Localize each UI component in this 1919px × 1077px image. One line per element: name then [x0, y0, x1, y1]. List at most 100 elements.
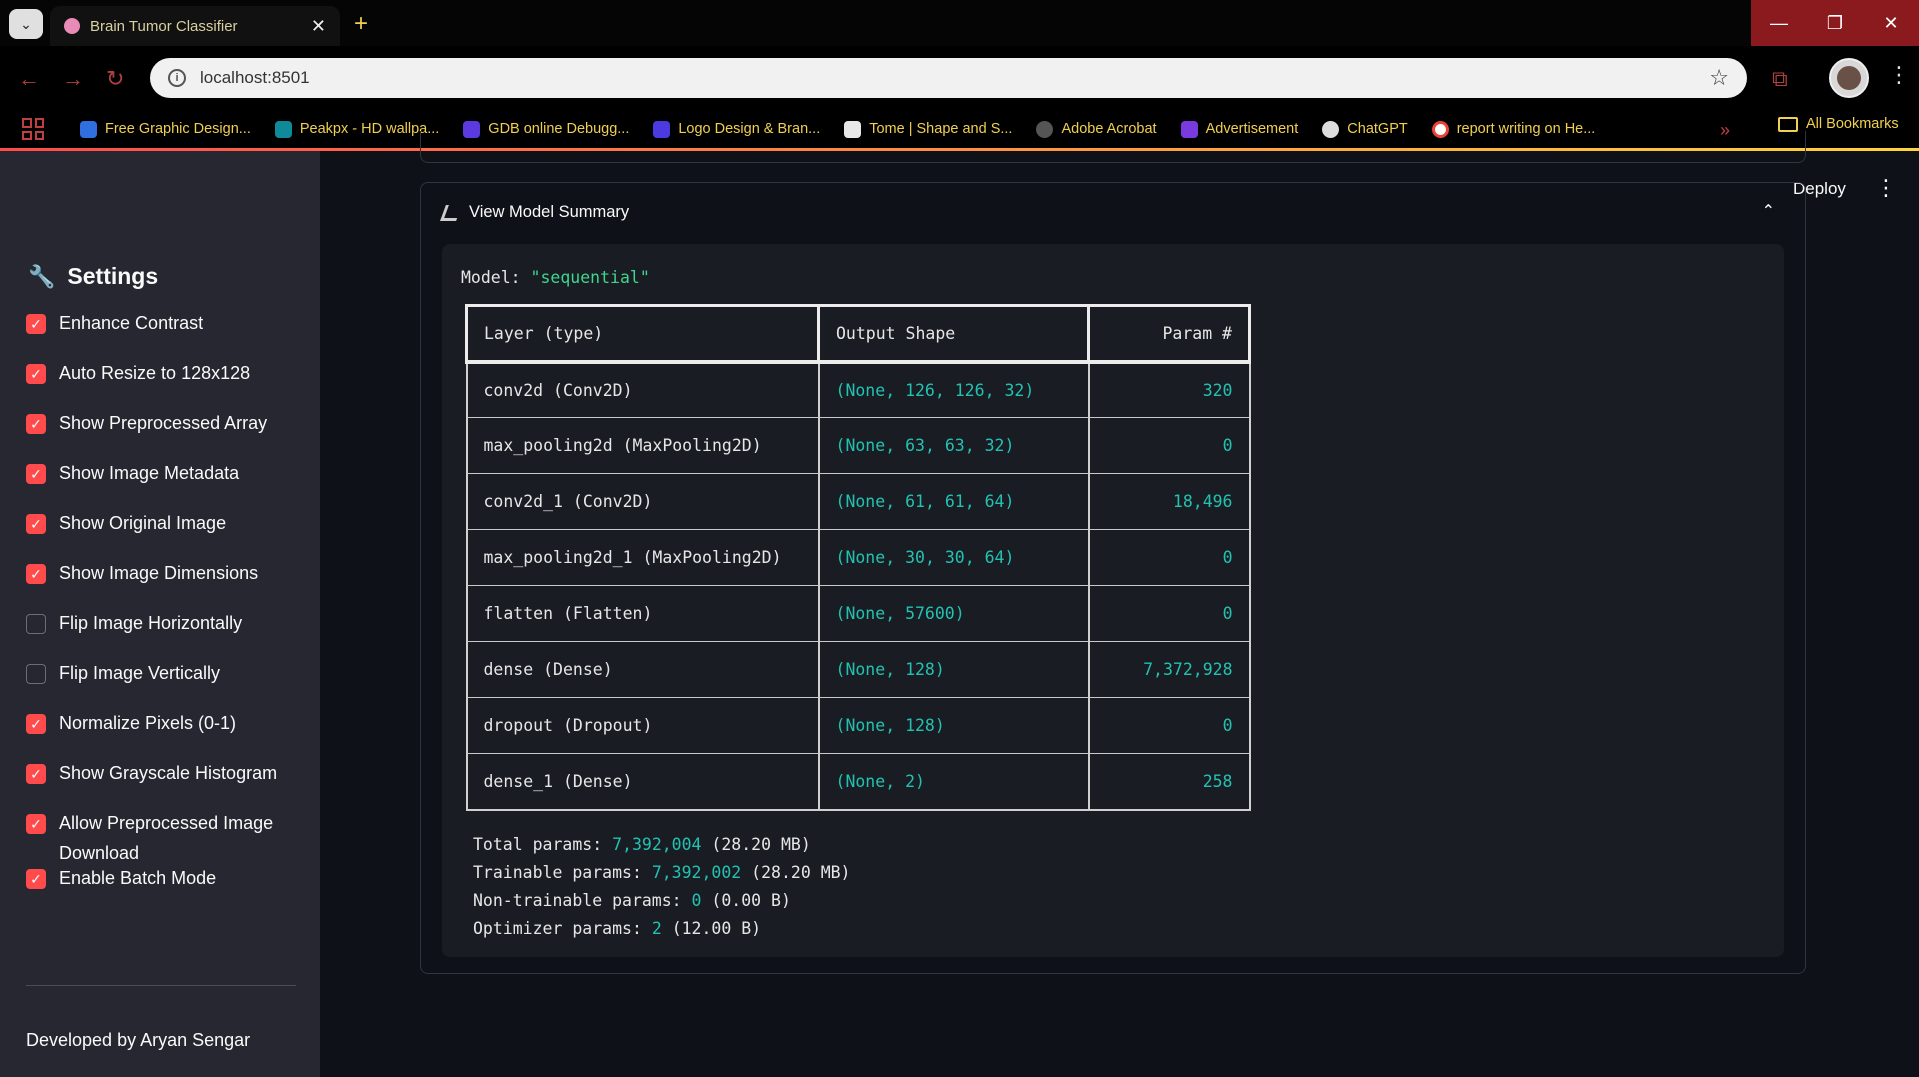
shape-dim: 61 [905, 492, 925, 511]
bookmark-item[interactable]: Free Graphic Design... [80, 120, 251, 138]
checkbox-label: Auto Resize to 128x128 [59, 363, 251, 383]
checkbox-option[interactable]: ✓ Normalize Pixels (0-1) [26, 713, 296, 763]
close-window-button[interactable]: ✕ [1863, 0, 1919, 46]
checkbox-option[interactable]: ✓ Show Grayscale Histogram [26, 763, 296, 813]
all-bookmarks-button[interactable]: All Bookmarks [1778, 116, 1899, 132]
table-body: conv2d (Conv2D) (None, 126, 126, 32) 320 ma… [465, 361, 1251, 811]
apps-grid-icon[interactable] [22, 118, 44, 140]
checkbox-checked-icon[interactable]: ✓ [26, 564, 46, 584]
close-tab-icon[interactable]: ✕ [311, 16, 326, 37]
output-shape-cell: (None, 30, 30, 64) [817, 529, 1090, 586]
profile-avatar[interactable] [1829, 58, 1869, 98]
checkbox-option[interactable]: ✓ Show Image Dimensions [26, 563, 296, 613]
reload-button[interactable]: ↻ [106, 66, 124, 92]
shape-dim: None [845, 492, 886, 511]
back-button[interactable]: ← [18, 66, 40, 92]
tab-active[interactable]: Brain Tumor Classifier ✕ [50, 6, 340, 46]
checkbox-label: Show Original Image [59, 513, 227, 533]
params-total-line: Non-trainable params: 0 (0.00 B) [473, 887, 851, 915]
checkbox-label: Allow Preprocessed Image Download [59, 813, 274, 863]
checkbox-checked-icon[interactable]: ✓ [26, 314, 46, 334]
shape-dim: 61 [944, 492, 965, 511]
checkbox-checked-icon[interactable]: ✓ [26, 514, 46, 534]
layer-name: dropout [483, 716, 554, 735]
checkbox-label: Show Grayscale Histogram [59, 763, 278, 783]
browser-chrome: ⌄ Brain Tumor Classifier ✕ + — ❐ ✕ ← → ↻… [0, 0, 1919, 151]
shape-dim: None [845, 771, 886, 791]
bookmark-item[interactable]: Peakpx - HD wallpa... [274, 120, 439, 138]
settings-options: ✓ Enhance Contrast ✓ Auto Resize to 128x128… [26, 313, 296, 918]
total-label: Non-trainable params: [473, 891, 692, 910]
shape-dim: 30 [905, 548, 925, 567]
extensions-icon[interactable]: ⧉ [1772, 66, 1788, 92]
checkbox-checked-icon[interactable]: ✓ [26, 364, 46, 384]
site-info-icon[interactable]: i [168, 69, 186, 87]
expander-header[interactable]: View Model Summary [440, 203, 629, 222]
checkbox-option[interactable]: ✓ Enhance Contrast [26, 313, 296, 363]
checkbox-option[interactable]: ✓ Show Original Image [26, 513, 296, 563]
param-count-cell: 0 [1087, 417, 1251, 474]
model-summary-code: Model: "sequential" Layer (type) Output … [442, 244, 1784, 957]
checkbox-label: Show Preprocessed Array [59, 413, 268, 433]
checkbox-label: Flip Image Vertically [59, 663, 221, 683]
model-summary-expander: View Model Summary ⌃ Model: "sequential"… [420, 182, 1806, 974]
checkbox-unchecked-icon[interactable] [26, 614, 46, 634]
checkbox-option[interactable]: ✓ Auto Resize to 128x128 [26, 363, 296, 413]
output-shape-cell: (None, 2) [817, 753, 1090, 811]
ruler-icon [440, 204, 462, 221]
shape-dim: 126 [905, 380, 935, 400]
total-label: Total params: [473, 835, 613, 854]
checkbox-checked-icon[interactable]: ✓ [26, 414, 46, 434]
checkbox-unchecked-icon[interactable] [26, 664, 46, 684]
checkbox-option[interactable]: ✓ Show Image Metadata [26, 463, 296, 513]
layer-type: (Conv2D) [572, 492, 653, 511]
shape-dim: 63 [944, 436, 965, 455]
checkbox-option[interactable]: ✓ Show Preprocessed Array [26, 413, 296, 463]
checkbox-checked-icon[interactable]: ✓ [26, 869, 46, 889]
restore-button[interactable]: ❐ [1807, 0, 1863, 46]
layer-name: conv2d_1 [483, 492, 563, 511]
model-name-line: Model: "sequential" [461, 268, 650, 287]
checkbox-checked-icon[interactable]: ✓ [26, 714, 46, 734]
address-bar[interactable]: i localhost:8501 ☆ [150, 58, 1747, 98]
layer-name: dense [483, 660, 534, 679]
shape-dim: None [845, 660, 886, 679]
checkbox-option[interactable]: Flip Image Horizontally [26, 613, 296, 663]
new-tab-button[interactable]: + [354, 10, 368, 38]
minimize-button[interactable]: — [1751, 0, 1807, 46]
checkbox-option[interactable]: ✓ Allow Preprocessed Image Download [26, 813, 296, 868]
checkbox-checked-icon[interactable]: ✓ [26, 814, 46, 834]
checkbox-checked-icon[interactable]: ✓ [26, 764, 46, 784]
forward-button[interactable]: → [62, 66, 84, 92]
shape-dim: 57600 [905, 604, 955, 623]
shape-dim: 30 [944, 548, 965, 567]
bookmark-star-icon[interactable]: ☆ [1709, 65, 1729, 91]
checkbox-option[interactable]: ✓ Enable Batch Mode [26, 868, 296, 918]
param-count-cell: 0 [1087, 697, 1251, 754]
table-row: conv2d_1 (Conv2D) (None, 61, 61, 64) 18,49… [465, 473, 1251, 530]
params-totals: Total params: 7,392,004 (28.20 MB) Traina… [473, 831, 851, 943]
shape-dim: 63 [905, 436, 925, 455]
table-row: dropout (Dropout) (None, 128) 0 [465, 697, 1251, 754]
total-value: 7,392,004 [612, 835, 702, 854]
param-count-cell: 7,372,928 [1087, 641, 1251, 698]
layer-cell: conv2d_1 (Conv2D) [465, 473, 820, 530]
brain-icon [64, 18, 80, 34]
tab-strip: ⌄ Brain Tumor Classifier ✕ + — ❐ ✕ [0, 0, 1919, 46]
shape-dim: 126 [954, 380, 985, 400]
tab-search-button[interactable]: ⌄ [9, 9, 43, 39]
checkbox-checked-icon[interactable]: ✓ [26, 464, 46, 484]
param-count-cell: 320 [1087, 361, 1251, 418]
params-total-line: Trainable params: 7,392,002 (28.20 MB) [473, 859, 851, 887]
previous-expander [420, 131, 1806, 163]
model-summary-table: Layer (type) Output Shape Param # conv2d… [465, 304, 1251, 811]
shape-dim: None [845, 380, 886, 400]
shape-dim: None [845, 548, 886, 567]
table-row: dense (Dense) (None, 128) 7,372,928 [465, 641, 1251, 698]
shape-dim: 128 [905, 660, 935, 679]
checkbox-label: Normalize Pixels (0-1) [59, 713, 237, 733]
chevron-up-icon[interactable]: ⌃ [1762, 201, 1775, 221]
checkbox-option[interactable]: Flip Image Vertically [26, 663, 296, 713]
app-menu-icon[interactable]: ⋮ [1875, 175, 1897, 201]
browser-menu-icon[interactable]: ⋮ [1888, 62, 1910, 88]
